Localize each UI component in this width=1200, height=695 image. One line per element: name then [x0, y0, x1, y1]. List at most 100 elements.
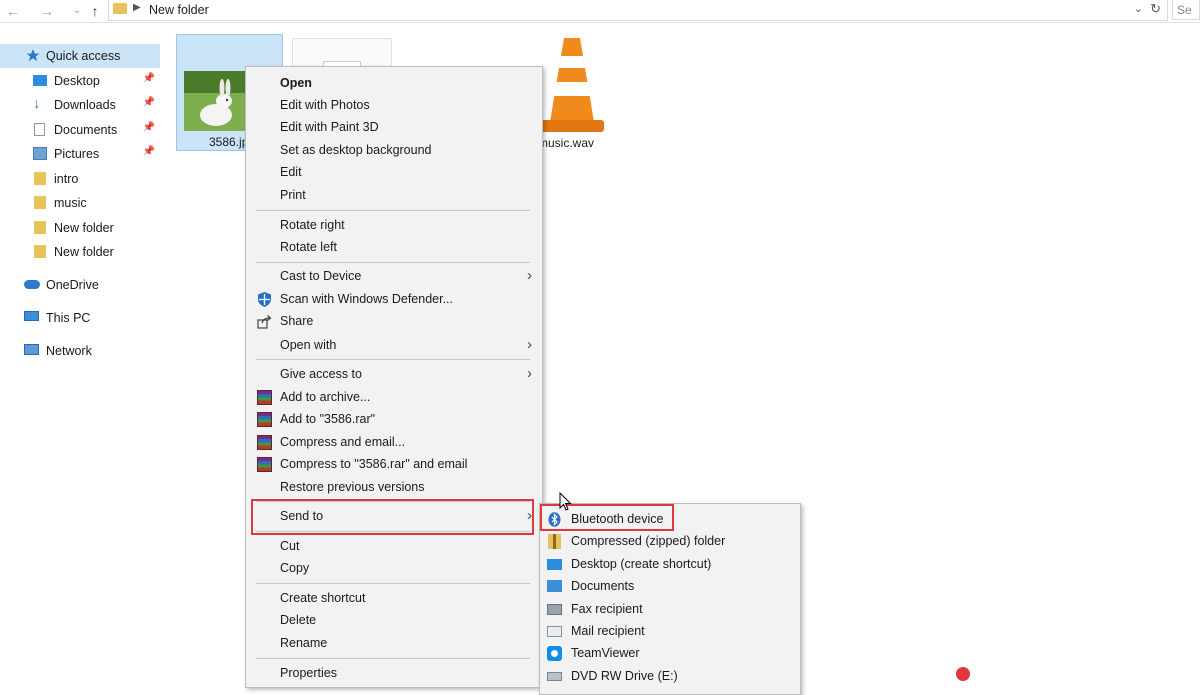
sidebar-item-new-folder[interactable]: New folder — [0, 216, 160, 240]
submenu-item-documents[interactable]: Documents — [540, 575, 800, 597]
menu-item-rename[interactable]: Rename — [246, 632, 542, 654]
menu-item-cast-to-device[interactable]: Cast to Device › — [246, 265, 542, 287]
menu-item-label: Add to archive... — [280, 390, 371, 404]
sidebar-item-documents[interactable]: Documents 📌 — [0, 118, 160, 142]
sidebar-item-label: Pictures — [54, 147, 100, 161]
submenu-item-label: DVD RW Drive (E:) — [571, 669, 678, 683]
menu-item-rotate-left[interactable]: Rotate left — [246, 236, 542, 258]
breadcrumb-chevron-icon: ▶ — [133, 2, 141, 13]
menu-item-add-to-archive[interactable]: Add to archive... — [246, 386, 542, 408]
menu-item-print[interactable]: Print — [246, 184, 542, 206]
winrar-icon — [257, 435, 272, 450]
pin-icon[interactable]: 📌 — [143, 73, 155, 84]
folder-icon — [113, 3, 127, 14]
menu-item-cut[interactable]: Cut — [246, 535, 542, 557]
sidebar-item-network[interactable]: Network — [0, 339, 160, 363]
sidebar-item-this-pc[interactable]: This PC — [0, 306, 160, 330]
forward-arrow-icon[interactable]: → — [38, 2, 56, 20]
submenu-item-compressed-folder[interactable]: Compressed (zipped) folder — [540, 530, 800, 552]
sidebar-item-pictures[interactable]: Pictures 📌 — [0, 142, 160, 166]
submenu-item-fax-recipient[interactable]: Fax recipient — [540, 598, 800, 620]
menu-item-label: Open — [280, 76, 312, 90]
menu-item-copy[interactable]: Copy — [246, 557, 542, 579]
sidebar-item-label: Downloads — [54, 98, 116, 112]
sidebar-item-music[interactable]: music — [0, 191, 160, 215]
pin-icon[interactable]: 📌 — [143, 122, 155, 133]
teamviewer-icon — [547, 646, 562, 661]
recent-dropdown-icon[interactable]: ⌄ — [68, 2, 86, 20]
mouse-cursor-icon — [559, 492, 572, 511]
vlc-cone-icon — [540, 38, 604, 132]
computer-icon — [24, 311, 39, 321]
submenu-item-label: Documents — [571, 579, 635, 593]
pin-icon[interactable]: 📌 — [143, 97, 155, 108]
file-item-document[interactable] — [292, 38, 392, 68]
submenu-item-label: Mail recipient — [571, 624, 645, 638]
chevron-right-icon: › — [527, 336, 532, 353]
sidebar-item-intro[interactable]: intro — [0, 167, 160, 191]
menu-item-edit-with-paint-3d[interactable]: Edit with Paint 3D — [246, 116, 542, 138]
menu-item-delete[interactable]: Delete — [246, 609, 542, 631]
winrar-icon — [257, 412, 272, 427]
chevron-right-icon: › — [527, 365, 532, 382]
sidebar-item-label: New folder — [54, 221, 114, 235]
pin-icon[interactable]: 📌 — [143, 146, 155, 157]
menu-item-label: Copy — [280, 561, 310, 575]
menu-item-rotate-right[interactable]: Rotate right — [246, 214, 542, 236]
menu-item-edit-with-photos[interactable]: Edit with Photos — [246, 94, 542, 116]
chevron-down-icon[interactable]: ⌄ — [1134, 2, 1143, 15]
folder-icon — [34, 245, 46, 258]
search-input[interactable]: Se — [1172, 0, 1200, 20]
folder-icon — [34, 172, 46, 185]
menu-item-label: Open with — [280, 338, 337, 352]
menu-item-compress-and-email[interactable]: Compress and email... — [246, 431, 542, 453]
back-arrow-icon[interactable]: ← — [4, 2, 22, 20]
menu-item-label: Restore previous versions — [280, 480, 425, 494]
menu-item-label: Delete — [280, 613, 317, 627]
menu-item-label: Rotate left — [280, 240, 337, 254]
sidebar-item-onedrive[interactable]: OneDrive — [0, 273, 160, 297]
menu-item-label: Rename — [280, 636, 328, 650]
pictures-icon — [33, 147, 47, 160]
download-arrow-icon: ↓ — [33, 95, 41, 112]
sidebar-item-desktop[interactable]: Desktop 📌 — [0, 69, 160, 93]
menu-item-label: Compress to "3586.rar" and email — [280, 457, 468, 471]
file-name: music.wav — [538, 136, 595, 150]
menu-item-compress-to-rar-and-email[interactable]: Compress to "3586.rar" and email — [246, 453, 542, 475]
menu-item-give-access-to[interactable]: Give access to › — [246, 363, 542, 385]
fax-icon — [547, 604, 562, 615]
sidebar-item-quick-access[interactable]: Quick access — [0, 44, 160, 68]
menu-item-edit[interactable]: Edit — [246, 161, 542, 183]
windows-defender-shield-icon — [258, 292, 271, 307]
star-icon — [26, 49, 40, 62]
menu-item-set-desktop-background[interactable]: Set as desktop background — [246, 139, 542, 161]
network-icon — [24, 344, 39, 355]
sidebar-item-downloads[interactable]: ↓ Downloads 📌 — [0, 93, 160, 117]
breadcrumb[interactable]: New folder — [149, 3, 209, 17]
share-icon — [257, 315, 272, 329]
send-to-submenu: Bluetooth device Compressed (zipped) fol… — [539, 503, 801, 695]
address-bar[interactable]: ▶ New folder ⌄ ↻ — [108, 0, 1168, 21]
menu-item-create-shortcut[interactable]: Create shortcut — [246, 587, 542, 609]
up-arrow-icon[interactable]: ↑ — [86, 2, 104, 20]
menu-item-add-to-3586-rar[interactable]: Add to "3586.rar" — [246, 408, 542, 430]
menu-item-open-with[interactable]: Open with › — [246, 334, 542, 356]
menu-item-open[interactable]: Open — [246, 72, 542, 94]
menu-item-label: Compress and email... — [280, 435, 406, 449]
sidebar-item-label: Documents — [54, 123, 118, 137]
submenu-item-mail-recipient[interactable]: Mail recipient — [540, 620, 800, 642]
submenu-item-teamviewer[interactable]: TeamViewer — [540, 642, 800, 664]
refresh-icon[interactable]: ↻ — [1150, 1, 1161, 17]
submenu-item-dvd-drive[interactable]: DVD RW Drive (E:) — [540, 665, 800, 687]
context-menu: Open Edit with Photos Edit with Paint 3D… — [245, 66, 543, 688]
menu-item-label: Cast to Device — [280, 269, 362, 283]
sidebar-item-new-folder-2[interactable]: New folder — [0, 240, 160, 264]
winrar-icon — [257, 457, 272, 472]
menu-item-label: Give access to — [280, 367, 362, 381]
desktop-icon — [33, 75, 47, 86]
menu-item-scan-windows-defender[interactable]: Scan with Windows Defender... — [246, 288, 542, 310]
menu-item-properties[interactable]: Properties — [246, 662, 542, 684]
menu-item-restore-previous-versions[interactable]: Restore previous versions — [246, 476, 542, 498]
menu-item-share[interactable]: Share — [246, 310, 542, 332]
submenu-item-desktop-shortcut[interactable]: Desktop (create shortcut) — [540, 553, 800, 575]
